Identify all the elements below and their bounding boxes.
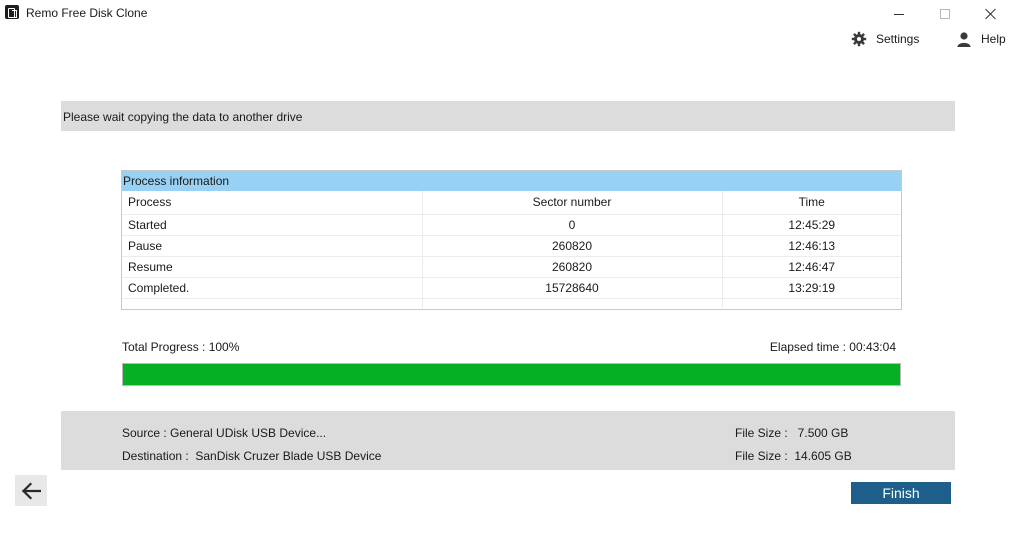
help-label: Help	[981, 32, 1006, 46]
time-cell: 12:46:47	[722, 256, 901, 278]
title-bar: Remo Free Disk Clone	[0, 0, 1014, 28]
settings-link[interactable]: Settings	[851, 30, 919, 48]
minimize-button[interactable]	[876, 0, 922, 28]
destination-drive-label: Destination : SanDisk Cruzer Blade USB D…	[122, 449, 382, 463]
sector-cell: 260820	[422, 256, 723, 278]
table-header-row: Process Sector number Time	[122, 191, 901, 215]
window-title: Remo Free Disk Clone	[26, 6, 148, 20]
process-cell: Resume	[122, 256, 423, 278]
help-link[interactable]: Help	[956, 30, 1006, 48]
drive-info-panel: Source : General UDisk USB Device... Des…	[61, 411, 955, 470]
maximize-icon	[940, 9, 950, 19]
process-cell: Started	[122, 214, 423, 236]
table-row: Resume 260820 12:46:47	[122, 256, 901, 278]
process-info-panel: Process information Process Sector numbe…	[121, 170, 902, 310]
process-cell: Pause	[122, 235, 423, 257]
time-cell: 13:29:19	[722, 277, 901, 299]
progress-bar	[122, 363, 901, 386]
close-button[interactable]	[968, 0, 1014, 28]
column-header-process: Process	[122, 191, 423, 215]
time-cell: 12:46:13	[722, 235, 901, 257]
back-button[interactable]	[15, 475, 47, 506]
elapsed-time-label: Elapsed time : 00:43:04	[769, 340, 896, 354]
sector-cell: 260820	[422, 235, 723, 257]
arrow-left-icon	[21, 481, 41, 500]
process-table: Process Sector number Time Started 0 12:…	[122, 191, 901, 308]
maximize-button[interactable]	[922, 0, 968, 28]
table-row: Completed. 15728640 13:29:19	[122, 277, 901, 299]
process-cell: Completed.	[122, 277, 423, 299]
destination-file-size: File Size : 14.605 GB	[735, 449, 852, 463]
settings-label: Settings	[876, 32, 920, 46]
progress-bar-fill	[123, 364, 900, 385]
column-header-sector: Sector number	[422, 191, 723, 215]
status-message: Please wait copying the data to another …	[61, 101, 955, 131]
remo-logo-icon	[5, 5, 19, 19]
sector-cell: 15728640	[422, 277, 723, 299]
minimize-icon	[894, 13, 904, 15]
table-filler-row	[122, 298, 901, 308]
sector-cell: 0	[422, 214, 723, 236]
total-progress-label: Total Progress : 100%	[122, 340, 240, 354]
source-file-size: File Size : 7.500 GB	[735, 426, 849, 440]
table-row: Started 0 12:45:29	[122, 214, 901, 236]
process-info-title: Process information	[122, 171, 901, 191]
finish-button[interactable]: Finish	[851, 482, 951, 504]
user-icon	[957, 32, 971, 47]
time-cell: 12:45:29	[722, 214, 901, 236]
source-drive-label: Source : General UDisk USB Device...	[122, 426, 327, 440]
table-row: Pause 260820 12:46:13	[122, 235, 901, 257]
gear-icon	[851, 31, 867, 47]
close-icon	[985, 8, 997, 20]
column-header-time: Time	[722, 191, 901, 215]
